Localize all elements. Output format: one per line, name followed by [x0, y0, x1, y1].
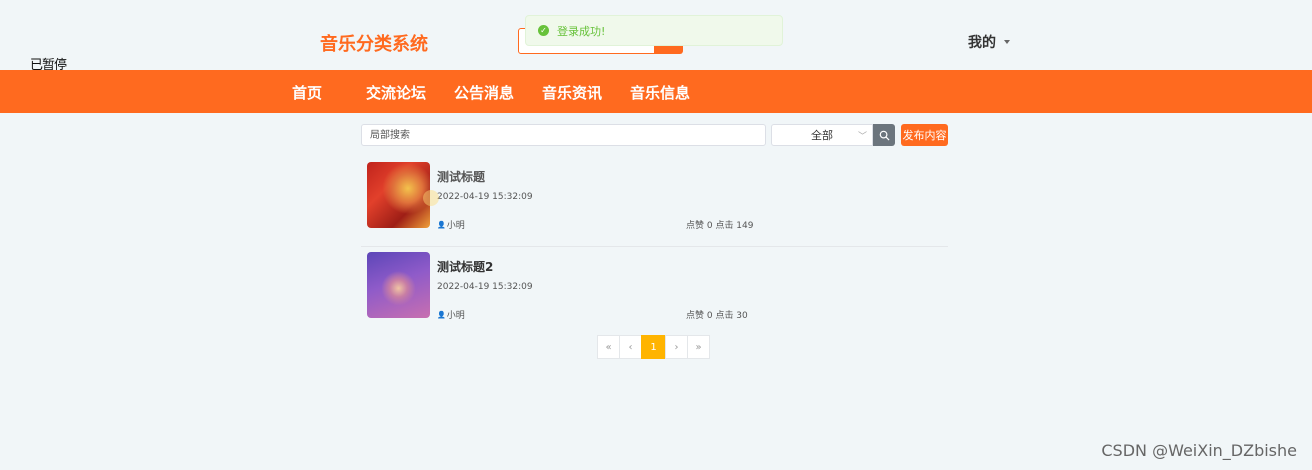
toast-message: 登录成功!: [557, 24, 606, 38]
post-title[interactable]: 测试标题2: [437, 258, 493, 275]
next-page-button[interactable]: ›: [665, 335, 688, 359]
local-search-input[interactable]: [361, 124, 766, 146]
user-menu-label: 我的: [968, 35, 996, 51]
nav-music-news[interactable]: 音乐资讯: [542, 82, 602, 103]
post-date: 2022-04-19 15:32:09: [437, 282, 533, 292]
site-title[interactable]: 音乐分类系统: [320, 30, 428, 56]
first-page-button[interactable]: «: [597, 335, 620, 359]
category-select-value: 全部: [811, 129, 833, 142]
publish-button[interactable]: 发布内容: [901, 124, 948, 146]
post-stats: 点赞 0 点击 149: [686, 221, 754, 231]
nav-announcements[interactable]: 公告消息: [454, 82, 514, 103]
post-item[interactable]: 测试标题2 2022-04-19 15:32:09 👤 小明 点赞 0 点击 3…: [361, 250, 948, 330]
person-icon: 👤: [437, 310, 446, 319]
page-1-button[interactable]: 1: [641, 335, 666, 359]
post-author-name: 小明: [446, 221, 465, 231]
last-page-button[interactable]: »: [687, 335, 710, 359]
post-author-name: 小明: [446, 311, 465, 321]
login-success-toast: ✓ 登录成功!: [525, 15, 783, 46]
nav-forum[interactable]: 交流论坛: [366, 82, 426, 103]
post-stats: 点赞 0 点击 30: [686, 311, 748, 321]
post-item[interactable]: 测试标题 2022-04-19 15:32:09 👤 小明 点赞 0 点击 14…: [361, 160, 948, 247]
watermark: CSDN @WeiXin_DZbishe: [1101, 441, 1297, 460]
chevron-down-icon: ﹀: [857, 132, 867, 142]
post-author: 👤 小明: [437, 308, 465, 322]
mouse-cursor-highlight: [423, 190, 439, 206]
caret-down-icon: [1004, 40, 1010, 44]
user-menu[interactable]: 我的: [968, 32, 1010, 52]
check-circle-icon: ✓: [538, 25, 549, 36]
main-navbar: 首页 交流论坛 公告消息 音乐资讯 音乐信息: [0, 70, 1312, 113]
pagination: « ‹ 1 › »: [597, 335, 710, 359]
person-icon: 👤: [437, 220, 446, 229]
nav-music-info[interactable]: 音乐信息: [630, 82, 690, 103]
prev-page-button[interactable]: ‹: [619, 335, 642, 359]
post-thumbnail[interactable]: [367, 252, 430, 318]
post-title[interactable]: 测试标题: [437, 168, 485, 185]
search-icon: [879, 130, 890, 141]
category-select[interactable]: 全部 ﹀: [771, 124, 873, 146]
post-author: 👤 小明: [437, 218, 465, 232]
post-thumbnail[interactable]: [367, 162, 430, 228]
nav-home[interactable]: 首页: [292, 82, 322, 103]
search-button[interactable]: [873, 124, 895, 146]
post-date: 2022-04-19 15:32:09: [437, 192, 533, 202]
